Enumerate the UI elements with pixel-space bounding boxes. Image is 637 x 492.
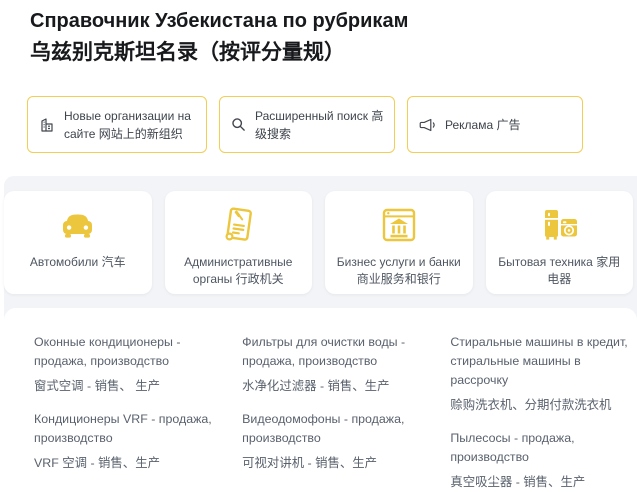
rubric-link-washing-machines-credit[interactable]: Стиральные машины в кредит, стиральные м…	[450, 333, 629, 415]
search-icon	[231, 117, 246, 132]
new-organizations-label: Новые организации на сайте 网站上的新组织	[64, 107, 196, 143]
advertising-label-ru: Реклама	[445, 118, 493, 132]
category-label-zh: 汽车	[102, 255, 126, 269]
rubric-link-zh: VRF 空调 - 销售、生产	[34, 454, 227, 473]
car-icon	[59, 204, 96, 246]
rubric-link-zh: 水净化过滤器 - 销售、生产	[242, 377, 435, 396]
rubric-link-zh: 窗式空调 - 销售、 生产	[34, 377, 227, 396]
advertising-label: Реклама 广告	[445, 116, 521, 134]
category-cards-row: Автомобили 汽车	[4, 176, 637, 294]
rubric-link-ru: Оконные кондиционеры - продажа, производ…	[34, 333, 227, 371]
advertising-label-zh: 广告	[496, 118, 520, 132]
new-organizations-button[interactable]: Новые организации на сайте 网站上的新组织	[27, 96, 207, 153]
rubric-link-vacuum-cleaners[interactable]: Пылесосы - продажа, производство 真空吸尘器 -…	[450, 429, 629, 492]
rubric-links-column-3: Стиральные машины в кредит, стиральные м…	[450, 333, 629, 452]
certificate-icon	[218, 204, 258, 246]
category-card-household-appliances[interactable]: Бытовая техника 家用电器	[486, 191, 634, 294]
rubric-link-ru: Стиральные машины в кредит, стиральные м…	[450, 333, 629, 390]
rubric-link-ru: Фильтры для очистки воды - продажа, прои…	[242, 333, 435, 371]
megaphone-icon	[419, 118, 436, 132]
quick-links-row: Новые организации на сайте 网站上的新组织 Расши…	[27, 96, 637, 153]
rubric-link-zh: 可视对讲机 - 销售、生产	[242, 454, 435, 473]
category-label-zh: 商业服务和银行	[357, 272, 441, 286]
rubric-link-ru: Пылесосы - продажа, производство	[450, 429, 629, 467]
rubric-link-ru: Кондиционеры VRF - продажа, производство	[34, 410, 227, 448]
bank-icon	[379, 204, 419, 246]
category-label-ru: Бытовая техника	[498, 255, 593, 269]
category-label-zh: 行政机关	[236, 272, 284, 286]
page-title: Справочник Узбекистана по рубрикам	[30, 8, 617, 34]
advanced-search-label: Расширенный поиск 高级搜索	[255, 107, 384, 143]
rubric-links-panel: Оконные кондиционеры - продажа, производ…	[4, 308, 637, 458]
rubric-link-zh: 赊购洗衣机、分期付款洗衣机	[450, 396, 629, 415]
category-label: Бизнес услуги и банки 商业服务和银行	[325, 254, 473, 288]
rubric-links-column-1: Оконные кондиционеры - продажа, производ…	[34, 333, 227, 452]
directory-page: Справочник Узбекистана по рубрикам 乌兹别克斯…	[0, 0, 637, 458]
advanced-search-label-ru: Расширенный поиск	[255, 109, 368, 123]
category-card-business-and-banks[interactable]: Бизнес услуги и банки 商业服务和银行	[325, 191, 473, 294]
advertising-button[interactable]: Реклама 广告	[407, 96, 583, 153]
advanced-search-button[interactable]: Расширенный поиск 高级搜索	[219, 96, 395, 153]
category-label: Административные органы 行政机关	[165, 254, 313, 288]
content-band: Автомобили 汽车	[4, 176, 637, 458]
new-organizations-icon	[39, 117, 55, 133]
category-label-ru: Бизнес услуги и банки	[337, 255, 461, 269]
category-label-ru: Автомобили	[30, 255, 98, 269]
category-label: Автомобили 汽车	[21, 254, 135, 271]
page-title-translation: 乌兹别克斯坦名录（按评分量规）	[30, 39, 617, 66]
rubric-link-water-filters[interactable]: Фильтры для очистки воды - продажа, прои…	[242, 333, 435, 396]
appliances-icon	[539, 204, 579, 246]
new-organizations-label-zh: 网站上的新组织	[99, 127, 183, 141]
rubric-link-ru: Видеодомофоны - продажа, производство	[242, 410, 435, 448]
category-card-administrative-organs[interactable]: Административные органы 行政机关	[165, 191, 313, 294]
rubric-link-video-intercoms[interactable]: Видеодомофоны - продажа, производство 可视…	[242, 410, 435, 473]
rubric-links-column-2: Фильтры для очистки воды - продажа, прои…	[242, 333, 435, 452]
rubric-link-vrf-air-conditioners[interactable]: Кондиционеры VRF - продажа, производство…	[34, 410, 227, 473]
rubric-link-zh: 真空吸尘器 - 销售、生产	[450, 473, 629, 492]
category-label: Бытовая техника 家用电器	[486, 254, 634, 288]
rubric-link-window-air-conditioners[interactable]: Оконные кондиционеры - продажа, производ…	[34, 333, 227, 396]
category-card-automobiles[interactable]: Автомобили 汽车	[4, 191, 152, 294]
page-header: Справочник Узбекистана по рубрикам 乌兹别克斯…	[0, 0, 637, 66]
